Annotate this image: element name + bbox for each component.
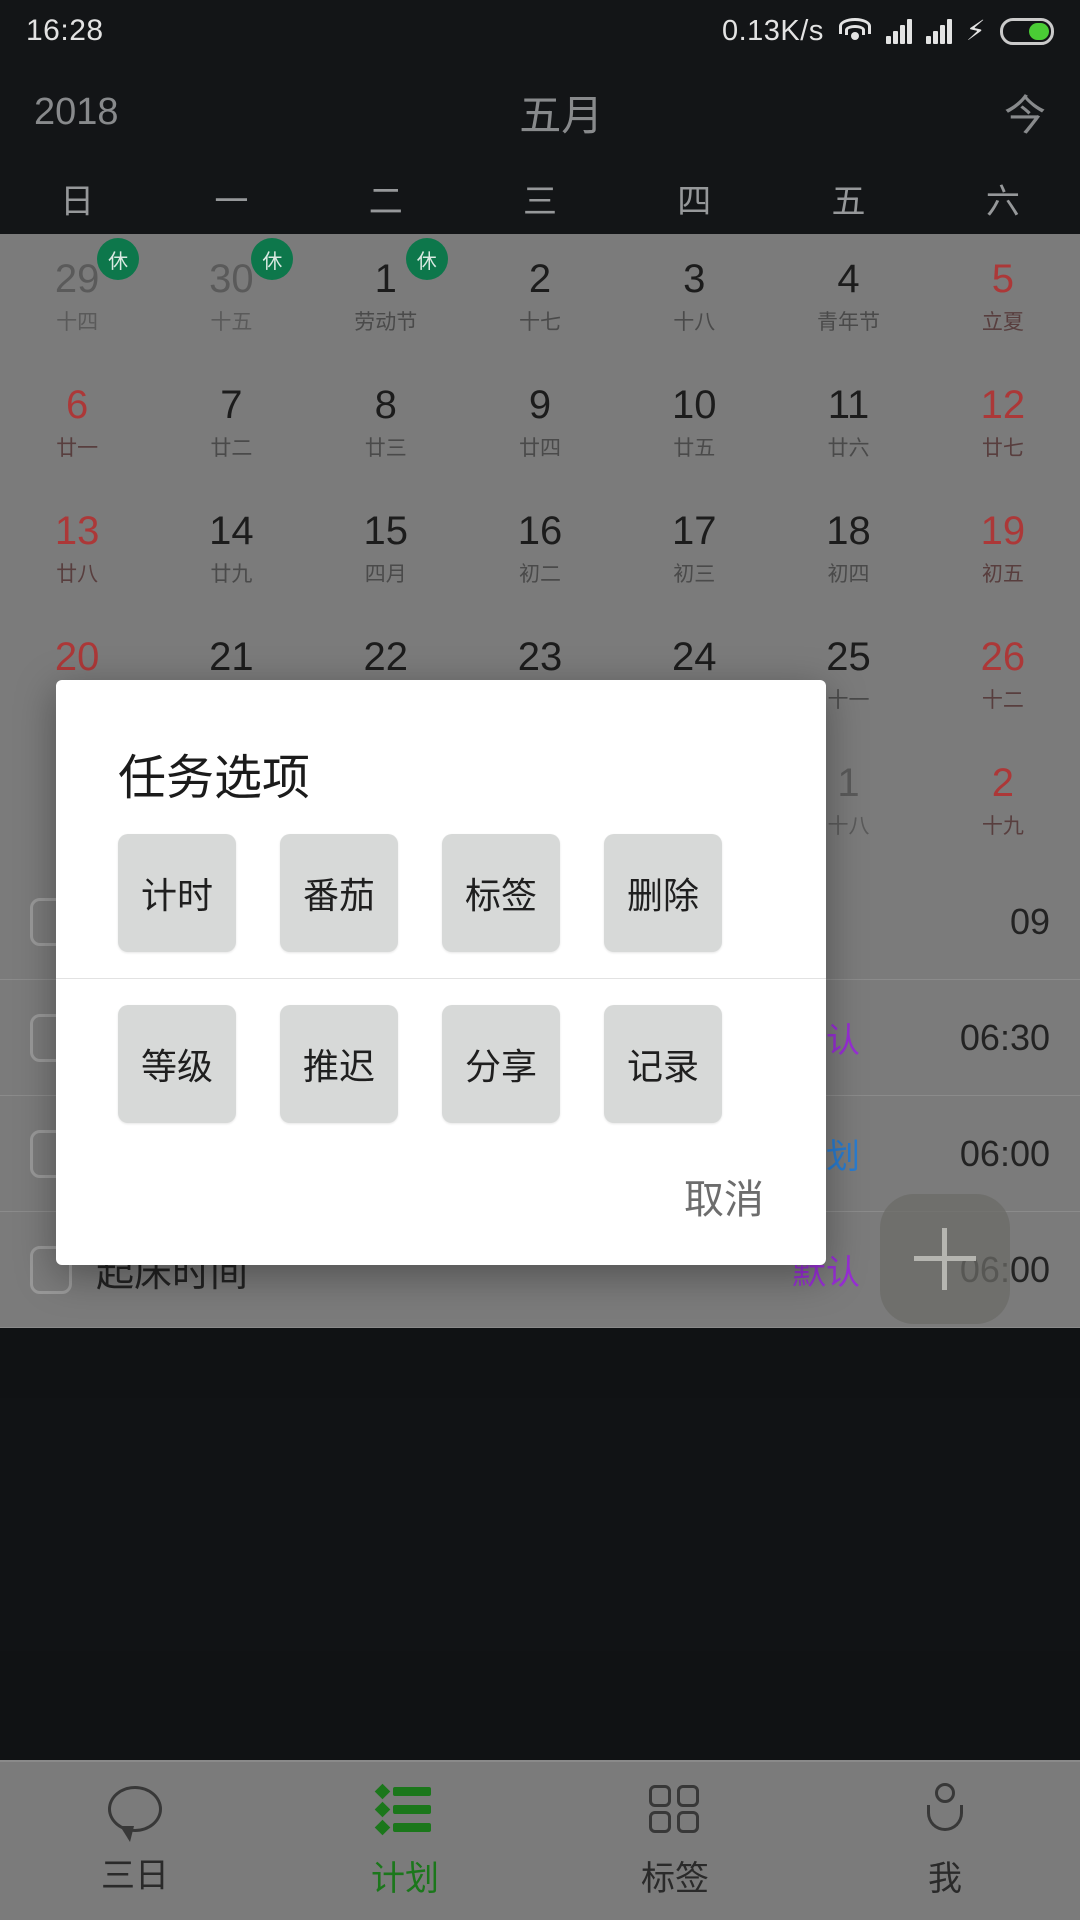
cancel-button[interactable]: 取消	[684, 1167, 764, 1225]
dialog-footer: 取消	[56, 1123, 826, 1265]
dialog-options-row-1: 计时番茄标签删除	[56, 808, 826, 952]
dialog-option-button[interactable]: 推迟	[280, 1005, 398, 1123]
dialog-option-button[interactable]: 标签	[442, 834, 560, 952]
dialog-option-button[interactable]: 番茄	[280, 834, 398, 952]
task-options-dialog: 任务选项 计时番茄标签删除 等级推迟分享记录 取消	[56, 680, 826, 1265]
dialog-title: 任务选项	[56, 680, 826, 808]
dialog-option-button[interactable]: 计时	[118, 834, 236, 952]
dialog-option-button[interactable]: 等级	[118, 1005, 236, 1123]
dialog-option-button[interactable]: 删除	[604, 834, 722, 952]
dialog-option-button[interactable]: 分享	[442, 1005, 560, 1123]
dialog-options-row-2: 等级推迟分享记录	[56, 979, 826, 1123]
dialog-option-button[interactable]: 记录	[604, 1005, 722, 1123]
